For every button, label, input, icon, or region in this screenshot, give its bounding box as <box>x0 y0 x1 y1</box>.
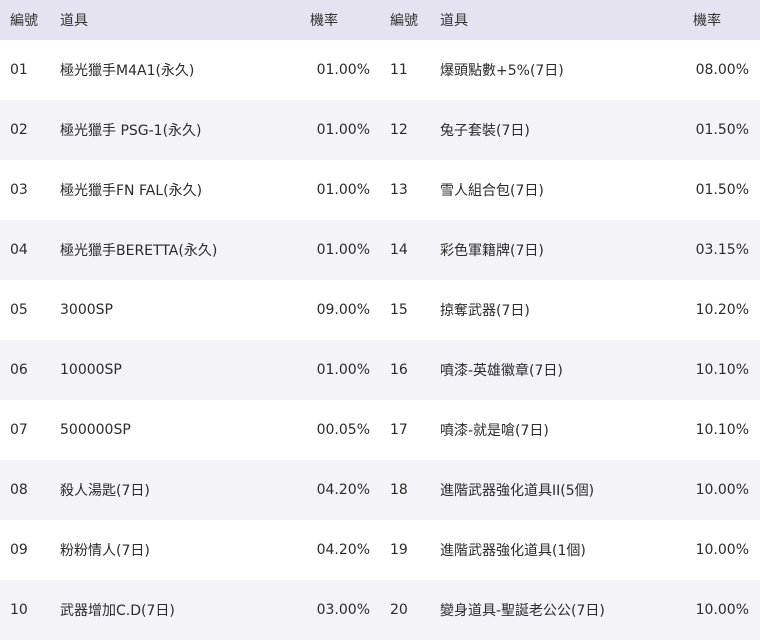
item-rate: 00.05% <box>316 422 370 438</box>
table-row: 09 粉粉情人(7日) 04.20% 19 進階武器強化道具(1個) 10.00% <box>0 520 760 580</box>
item-name: 進階武器強化道具(1個) <box>440 543 586 559</box>
item-rate: 08.00% <box>695 62 749 78</box>
item-name: 粉粉情人(7日) <box>60 543 150 559</box>
item-no: 08 <box>10 482 28 498</box>
item-rate: 01.50% <box>695 122 749 138</box>
item-name: 武器增加C.D(7日) <box>60 603 175 619</box>
item-no: 12 <box>390 122 408 138</box>
item-no: 07 <box>10 422 28 438</box>
item-name: 極光獵手M4A1(永久) <box>60 63 195 79</box>
header-item-right: 道具 <box>440 13 468 29</box>
table-row: 06 10000SP 01.00% 16 噴漆-英雄徽章(7日) 10.10% <box>0 340 760 400</box>
item-rate: 04.20% <box>316 542 370 558</box>
item-rate: 01.00% <box>316 182 370 198</box>
header-rate-right: 機率 <box>693 13 721 29</box>
table-row: 07 500000SP 00.05% 17 噴漆-就是嗆(7日) 10.10% <box>0 400 760 460</box>
item-no: 20 <box>390 602 408 618</box>
table-row: 02 極光獵手 PSG-1(永久) 01.00% 12 兔子套裝(7日) 01.50% <box>0 100 760 160</box>
item-rate: 01.00% <box>316 362 370 378</box>
item-no: 05 <box>10 302 28 318</box>
item-rate: 03.00% <box>316 602 370 618</box>
item-no: 18 <box>390 482 408 498</box>
table-row: 05 3000SP 09.00% 15 掠奪武器(7日) 10.20% <box>0 280 760 340</box>
item-name: 噴漆-就是嗆(7日) <box>440 423 549 439</box>
item-no: 01 <box>10 62 28 78</box>
header-rate: 機率 <box>310 13 338 29</box>
table-row: 01 極光獵手M4A1(永久) 01.00% 11 爆頭點數+5%(7日) 08.00% <box>0 40 760 100</box>
item-no: 03 <box>10 182 28 198</box>
item-rate: 10.10% <box>695 422 749 438</box>
item-rate: 01.00% <box>316 122 370 138</box>
item-name: 極光獵手FN FAL(永久) <box>60 183 203 199</box>
item-no: 17 <box>390 422 408 438</box>
item-rate: 10.00% <box>695 482 749 498</box>
item-rate: 01.00% <box>316 242 370 258</box>
table-header-row: 編號 道具 機率 編號 道具 機率 <box>0 0 760 40</box>
item-no: 06 <box>10 362 28 378</box>
item-name: 兔子套裝(7日) <box>440 123 530 139</box>
item-no: 14 <box>390 242 408 258</box>
item-no: 11 <box>390 62 408 78</box>
item-name: 爆頭點數+5%(7日) <box>440 63 564 79</box>
item-name: 殺人湯匙(7日) <box>60 483 150 499</box>
item-no: 15 <box>390 302 408 318</box>
item-name: 彩色軍籍牌(7日) <box>440 243 544 259</box>
table-row: 04 極光獵手BERETTA(永久) 01.00% 14 彩色軍籍牌(7日) 03.15% <box>0 220 760 280</box>
item-name: 掠奪武器(7日) <box>440 303 530 319</box>
item-rate: 10.20% <box>695 302 749 318</box>
table-row: 10 武器增加C.D(7日) 03.00% 20 變身道具-聖誕老公公(7日) 10.00… <box>0 580 760 640</box>
item-name: 雪人組合包(7日) <box>440 183 544 199</box>
item-rate: 04.20% <box>316 482 370 498</box>
item-rate: 03.15% <box>695 242 749 258</box>
item-rate: 10.00% <box>695 542 749 558</box>
item-rate: 01.50% <box>695 182 749 198</box>
item-no: 04 <box>10 242 28 258</box>
item-no: 09 <box>10 542 28 558</box>
item-rate: 10.10% <box>695 362 749 378</box>
item-name: 噴漆-英雄徽章(7日) <box>440 363 563 379</box>
item-name: 500000SP <box>60 422 131 438</box>
item-no: 10 <box>10 602 28 618</box>
item-name: 變身道具-聖誕老公公(7日) <box>440 603 605 619</box>
header-no-right: 編號 <box>390 13 418 29</box>
probability-table: 編號 道具 機率 編號 道具 機率 01 極光獵手M4A1(永久) 01.00% 11… <box>0 0 760 640</box>
item-no: 13 <box>390 182 408 198</box>
item-name: 3000SP <box>60 302 113 318</box>
item-no: 19 <box>390 542 408 558</box>
item-name: 10000SP <box>60 362 122 378</box>
item-no: 16 <box>390 362 408 378</box>
header-no: 編號 <box>10 13 38 29</box>
item-name: 極光獵手 PSG-1(永久) <box>60 123 202 139</box>
header-item: 道具 <box>60 13 88 29</box>
item-rate: 09.00% <box>316 302 370 318</box>
item-rate: 10.00% <box>695 602 749 618</box>
item-name: 極光獵手BERETTA(永久) <box>60 243 218 259</box>
table-row: 08 殺人湯匙(7日) 04.20% 18 進階武器強化道具II(5個) 10.00% <box>0 460 760 520</box>
item-name: 進階武器強化道具II(5個) <box>440 483 595 499</box>
table-row: 03 極光獵手FN FAL(永久) 01.00% 13 雪人組合包(7日) 01.50% <box>0 160 760 220</box>
item-no: 02 <box>10 122 28 138</box>
item-rate: 01.00% <box>316 62 370 78</box>
